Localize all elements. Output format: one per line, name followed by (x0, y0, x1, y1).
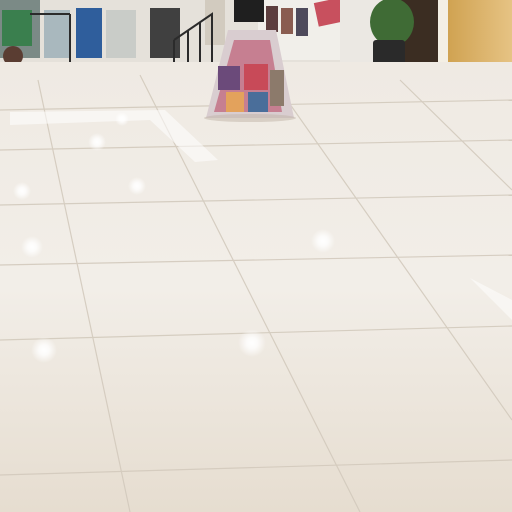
plant-leaves (370, 0, 414, 46)
photo-canvas (0, 0, 512, 512)
mall-photo (0, 0, 512, 512)
atm-kiosk-4 (150, 8, 180, 58)
floor (0, 62, 512, 512)
atm-kiosk-3 (106, 10, 136, 58)
atm-kiosk-2 (76, 8, 102, 58)
poster-frame-3 (296, 8, 308, 36)
left-shop-sign (2, 10, 32, 46)
pillar (205, 0, 225, 45)
poster-frame-2 (281, 8, 293, 34)
poster-frame-1 (266, 6, 278, 32)
right-shop-pillar (438, 0, 448, 72)
atm-kiosk-1 (44, 10, 70, 58)
